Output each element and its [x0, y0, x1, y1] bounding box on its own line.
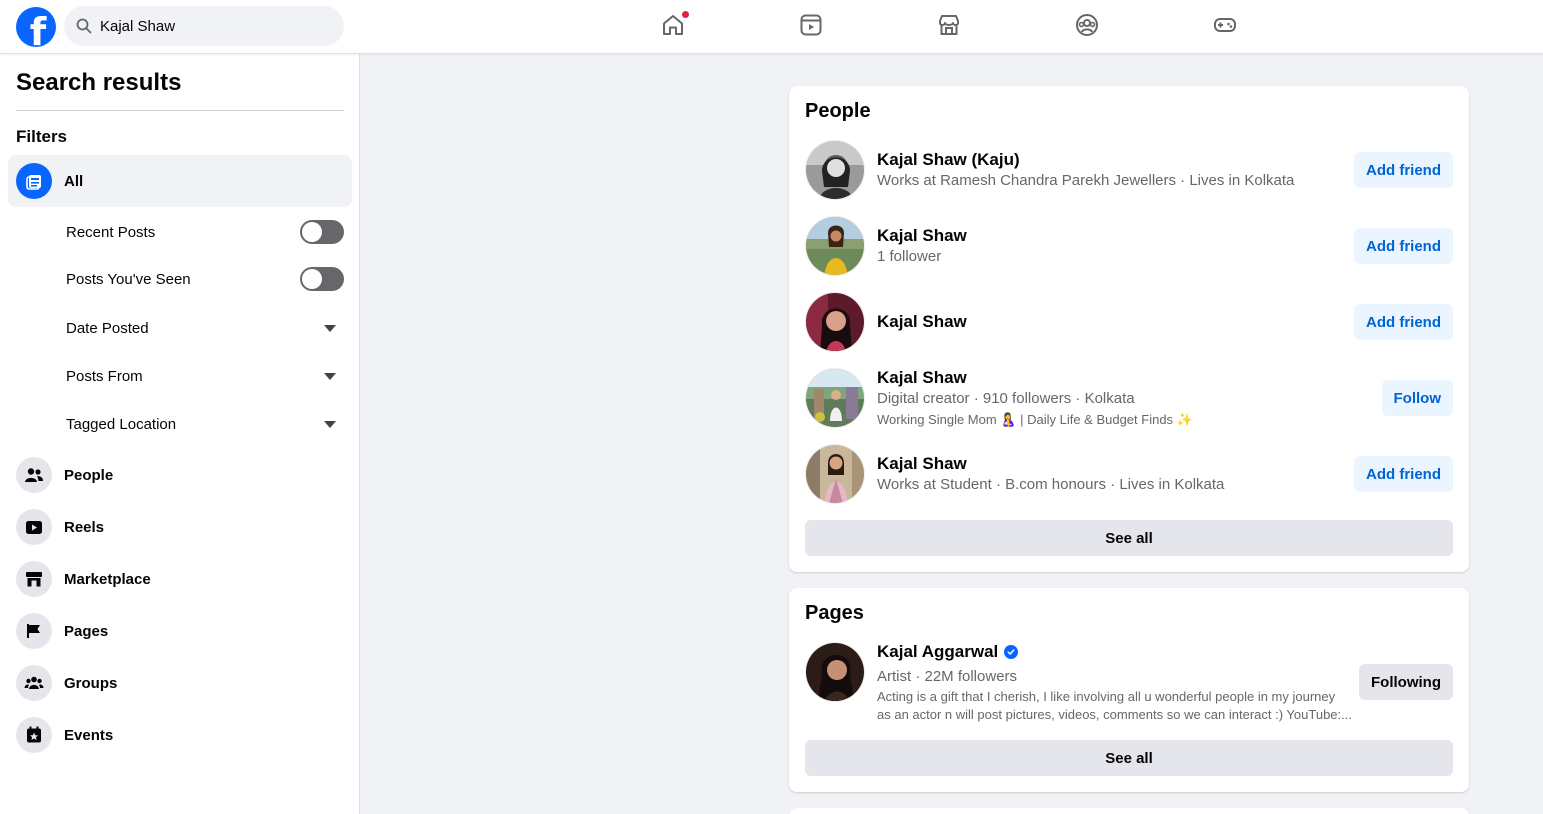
pages-see-all-button[interactable]: See all [805, 740, 1453, 776]
pages-section-title: Pages [805, 602, 864, 624]
add-friend-button[interactable]: Add friend [1354, 456, 1453, 492]
people-result-row[interactable]: Kajal Shaw Add friend [805, 292, 1453, 352]
search-bar[interactable] [64, 6, 344, 46]
reels-icon [16, 509, 52, 545]
profile-avatar[interactable] [805, 140, 865, 200]
page-avatar[interactable] [805, 642, 865, 702]
calendar-star-icon [16, 717, 52, 753]
people-section-title: People [805, 100, 871, 122]
filter-label: Posts You've Seen [66, 270, 191, 288]
top-navigation-bar: f [0, 0, 1543, 54]
nav-tab-marketplace[interactable] [880, 0, 1018, 54]
dropdown-caret-icon [324, 372, 336, 380]
notification-dot [682, 11, 689, 18]
flag-icon [16, 613, 52, 649]
filter-label: Tagged Location [66, 415, 177, 433]
page-description-line2: as an actor n will post pictures, videos… [877, 707, 1352, 722]
search-icon [76, 18, 92, 34]
add-friend-button[interactable]: Add friend [1354, 152, 1453, 188]
people-icon [16, 457, 52, 493]
filter-posts-seen: Posts You've Seen [66, 267, 344, 291]
video-icon [798, 12, 824, 43]
filter-all[interactable]: All [8, 155, 352, 207]
filters-heading: Filters [16, 127, 68, 146]
people-result-row[interactable]: Kajal Shaw (Kaju) Works at Ramesh Chandr… [805, 140, 1453, 200]
facebook-logo[interactable]: f [16, 7, 56, 47]
sidebar-title: Search results [16, 69, 182, 96]
pages-results-card: Pages Kajal Aggarwal Artist · 22M follow… [789, 588, 1469, 792]
people-result-row[interactable]: Kajal Shaw Digital creator · 910 followe… [805, 368, 1453, 430]
people-result-row[interactable]: Kajal Shaw Works at Student · B.com hono… [805, 444, 1453, 504]
next-results-card [789, 808, 1469, 814]
follow-button[interactable]: Follow [1381, 380, 1453, 416]
sidebar-item-reels[interactable]: Reels [16, 507, 344, 547]
groups-icon [16, 665, 52, 701]
all-results-icon [16, 163, 52, 199]
sidebar-item-label: Reels [64, 518, 105, 536]
filter-label: Date Posted [66, 319, 149, 337]
main-nav [604, 0, 1294, 54]
nav-tab-home[interactable] [604, 0, 742, 54]
recent-posts-toggle[interactable] [300, 220, 344, 244]
result-name[interactable]: Kajal Shaw [877, 454, 967, 474]
people-see-all-button[interactable]: See all [805, 520, 1453, 556]
result-name[interactable]: Kajal Shaw (Kaju) [877, 150, 1020, 170]
sidebar-item-label: Groups [64, 674, 118, 692]
profile-avatar[interactable] [805, 292, 865, 352]
filter-label: Recent Posts [66, 223, 156, 241]
filter-label: Posts From [66, 367, 143, 385]
page-name-line: Kajal Aggarwal [877, 642, 1019, 662]
profile-avatar[interactable] [805, 368, 865, 428]
verified-badge-icon [1004, 645, 1019, 659]
sidebar-item-label: People [64, 466, 114, 484]
nav-tab-groups[interactable] [1018, 0, 1156, 54]
sidebar-item-label: Marketplace [64, 570, 151, 588]
search-input[interactable] [100, 17, 330, 35]
result-details: Digital creator · 910 followers · Kolkat… [877, 390, 1135, 407]
filter-all-label: All [64, 172, 84, 190]
nav-tab-gaming[interactable] [1156, 0, 1294, 54]
sidebar-item-groups[interactable]: Groups [16, 663, 344, 703]
dropdown-caret-icon [324, 420, 336, 428]
sidebar-item-events[interactable]: Events [16, 715, 344, 755]
marketplace-icon [936, 12, 962, 43]
profile-avatar[interactable] [805, 444, 865, 504]
search-filters-sidebar: Search results Filters All Recent Posts … [0, 54, 360, 814]
result-bio: Working Single Mom 🤱 | Daily Life & Budg… [877, 412, 1193, 427]
sidebar-item-label: Pages [64, 622, 109, 640]
gaming-icon [1212, 12, 1238, 43]
result-details: Works at Student · B.com honours · Lives… [877, 476, 1225, 493]
result-name[interactable]: Kajal Shaw [877, 368, 967, 388]
page-description-line1: Acting is a gift that I cherish, I like … [877, 689, 1336, 704]
groups-icon [1074, 12, 1100, 43]
people-results-card: People Kajal Shaw (Kaju) Works at Ramesh… [789, 86, 1469, 572]
filter-tagged-location[interactable]: Tagged Location [66, 412, 344, 436]
sidebar-item-marketplace[interactable]: Marketplace [16, 559, 344, 599]
marketplace-icon [16, 561, 52, 597]
result-name[interactable]: Kajal Shaw [877, 312, 967, 332]
result-name[interactable]: Kajal Aggarwal [877, 642, 998, 661]
sidebar-item-people[interactable]: People [16, 455, 344, 495]
sidebar-item-pages[interactable]: Pages [16, 611, 344, 651]
dropdown-caret-icon [324, 324, 336, 332]
result-details: Works at Ramesh Chandra Parekh Jewellers… [877, 172, 1295, 189]
people-result-row[interactable]: Kajal Shaw 1 follower Add friend [805, 216, 1453, 276]
result-details: Artist · 22M followers [877, 668, 1018, 685]
filter-posts-from[interactable]: Posts From [66, 364, 344, 388]
result-details: 1 follower [877, 248, 942, 265]
add-friend-button[interactable]: Add friend [1354, 228, 1453, 264]
profile-avatar[interactable] [805, 216, 865, 276]
posts-seen-toggle[interactable] [300, 267, 344, 291]
nav-tab-video[interactable] [742, 0, 880, 54]
page-result-row[interactable]: Kajal Aggarwal Artist · 22M followers Ac… [805, 642, 1453, 724]
add-friend-button[interactable]: Add friend [1354, 304, 1453, 340]
result-name[interactable]: Kajal Shaw [877, 226, 967, 246]
filter-recent-posts: Recent Posts [66, 220, 344, 244]
following-button[interactable]: Following [1359, 664, 1453, 700]
sidebar-divider [16, 110, 344, 111]
filter-date-posted[interactable]: Date Posted [66, 316, 344, 340]
sidebar-item-label: Events [64, 726, 114, 744]
